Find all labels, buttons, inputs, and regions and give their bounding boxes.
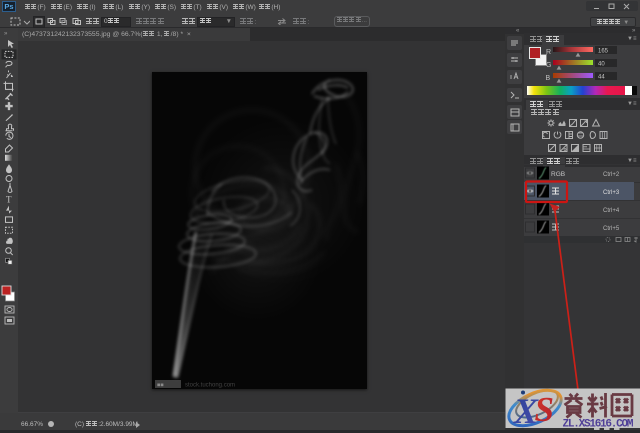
svg-text:S: S bbox=[535, 390, 554, 429]
